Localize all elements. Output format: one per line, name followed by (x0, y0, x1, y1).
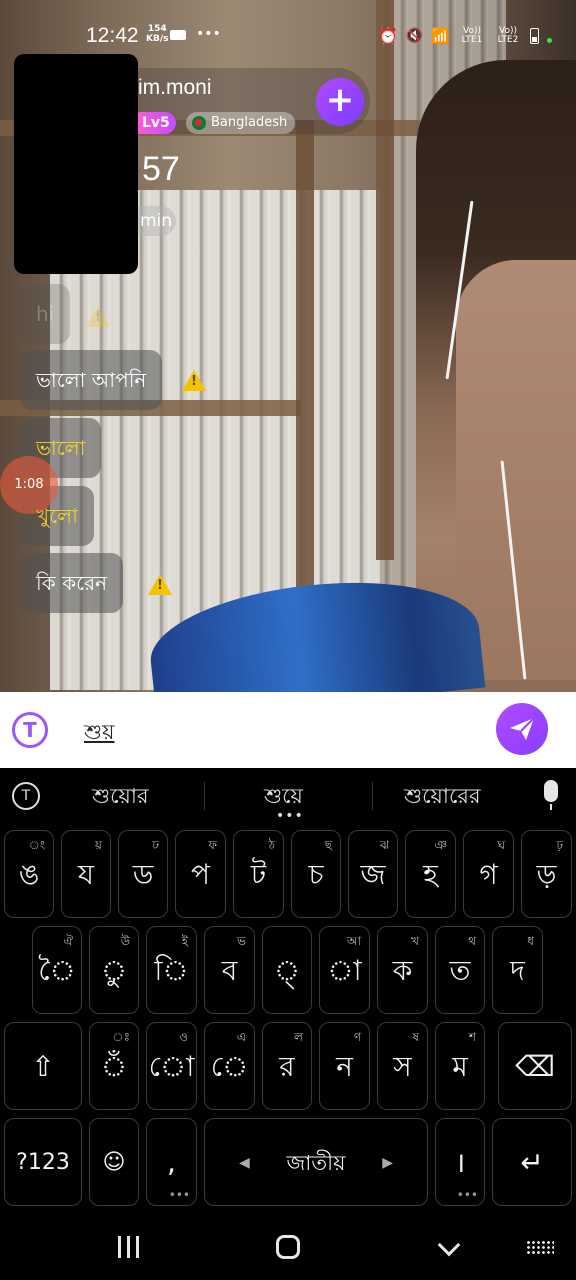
keyboard: T শুয়োর শুয়ে শুয়োরের ••• ং ঙ য় য ঢড ফপ… (0, 768, 576, 1212)
divider (372, 782, 373, 810)
recent-apps-button[interactable] (118, 1236, 139, 1258)
navigation-bar (0, 1212, 576, 1280)
clock: 12:42 (86, 24, 139, 47)
redacted-overlay (14, 54, 138, 274)
shift-key[interactable]: ⇧ (4, 1022, 82, 1110)
key[interactable]: শম (435, 1022, 485, 1110)
emoji-icon: ☺ (102, 1150, 126, 1175)
suggestion-bar: T শুয়োর শুয়ে শুয়োরের ••• (0, 768, 576, 824)
battery-icon (530, 27, 539, 44)
key[interactable]: থত (435, 926, 485, 1014)
status-bar: 12:42 154 KB/s ••• ⏰ 🔇 📶 Vo)) LTE1 Vo)) L… (0, 18, 576, 54)
keyboard-switch-icon[interactable] (526, 1240, 554, 1256)
level-badge: Lv5 (132, 112, 176, 134)
back-button[interactable] (437, 1233, 461, 1257)
key[interactable]: ণন (319, 1022, 370, 1110)
microphone-icon[interactable] (544, 780, 558, 810)
chat-message: hi (20, 284, 71, 344)
enter-icon: ↵ (520, 1146, 544, 1179)
key[interactable]: ঃঁ (89, 1022, 139, 1110)
translate-icon[interactable]: T (12, 712, 48, 748)
key[interactable]: এে (204, 1022, 255, 1110)
wifi-icon: 📶 (431, 26, 450, 45)
sim2-signal-icon: Vo)) LTE2 (497, 25, 519, 45)
enter-key[interactable]: ↵ (492, 1118, 572, 1206)
period-key[interactable]: । ••• (435, 1118, 485, 1206)
video-call-icon (170, 30, 186, 40)
chat-message: কি করেন (20, 553, 124, 613)
more-suggestions-icon[interactable]: ••• (276, 808, 304, 824)
key[interactable]: আা (319, 926, 370, 1014)
more-notifications-icon: ••• (196, 26, 221, 42)
sim1-signal-icon: Vo)) LTE1 (461, 25, 483, 45)
symbols-key[interactable]: ?123 (4, 1118, 82, 1206)
network-speed: 154 KB/s (146, 24, 169, 44)
cursor-right-icon: ▶ (382, 1155, 393, 1171)
key[interactable]: ্ (262, 926, 312, 1014)
key[interactable]: ং ঙ (4, 830, 54, 918)
home-button[interactable] (276, 1235, 300, 1259)
alarm-icon: ⏰ (377, 26, 398, 45)
key[interactable]: ঐৈ (32, 926, 82, 1014)
key[interactable]: খক (377, 926, 428, 1014)
key[interactable]: ভব (204, 926, 255, 1014)
message-input[interactable]: শুয় (84, 716, 114, 751)
country-label: Bangladesh (211, 115, 288, 130)
viewer-count: 57 (142, 150, 180, 188)
space-key[interactable]: ◀ জাতীয় ▶ (204, 1118, 428, 1206)
key[interactable]: ছচ (291, 830, 341, 918)
comma-key[interactable]: , ••• (146, 1118, 197, 1206)
mute-icon: 🔇 (405, 27, 424, 44)
privacy-indicator-icon (547, 38, 552, 43)
key[interactable]: ধদ (492, 926, 543, 1014)
send-icon (510, 717, 535, 740)
timer-badge[interactable]: 1:08 (0, 456, 58, 514)
status-icons: ⏰ 🔇 📶 Vo)) LTE1 Vo)) LTE2 (378, 26, 552, 45)
cursor-left-icon: ◀ (239, 1155, 250, 1171)
key[interactable]: ইি (146, 926, 197, 1014)
send-button[interactable] (496, 703, 548, 755)
emoji-key[interactable]: ☺ (89, 1118, 139, 1206)
bangladesh-flag-icon (192, 116, 206, 130)
warning-icon (86, 306, 110, 327)
shift-icon: ⇧ (31, 1050, 55, 1083)
warning-icon (182, 370, 206, 391)
warning-icon (148, 574, 172, 595)
chat-message: ভালো আপনি (20, 350, 163, 410)
wooden-post (376, 0, 394, 560)
host-name[interactable]: im.moni (138, 76, 212, 100)
backspace-key[interactable]: ⌫ (498, 1022, 572, 1110)
key[interactable]: ওো (146, 1022, 197, 1110)
backspace-icon: ⌫ (515, 1050, 555, 1083)
country-badge: Bangladesh (186, 112, 296, 134)
follow-button[interactable]: + (316, 78, 364, 126)
divider (204, 782, 205, 810)
key[interactable]: লর (262, 1022, 312, 1110)
key[interactable]: ষস (377, 1022, 428, 1110)
message-composer: T শুয় (0, 692, 576, 768)
